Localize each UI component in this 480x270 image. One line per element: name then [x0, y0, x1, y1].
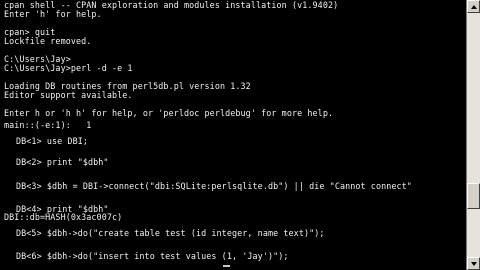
vertical-scrollbar[interactable] [466, 0, 480, 270]
debugger-command-line: DB<3> $dbh = DBI->connect("dbi:SQLite:pe… [16, 181, 412, 191]
console-line: Lockfile removed. [4, 36, 92, 46]
console-output[interactable]: cpan shell -- CPAN exploration and modul… [0, 0, 466, 270]
console-line: Enter h or 'h h' for help, or 'perldoc p… [4, 108, 334, 118]
console-output-line: DBI::db=HASH(0x3ac007c) [4, 212, 123, 222]
console-line: Enter 'h' for help. [4, 9, 102, 19]
scroll-up-button[interactable] [467, 0, 480, 13]
console-line: main::(-e:1): 1 [4, 120, 92, 130]
command-prompt-window: cpan shell -- CPAN exploration and modul… [0, 0, 480, 270]
scroll-down-button[interactable] [467, 257, 480, 270]
debugger-command-line: DB<2> print "$dbh" [16, 157, 109, 167]
debugger-command-line: DB<1> use DBI; [16, 136, 88, 146]
console-line: Editor support available. [4, 90, 133, 100]
scroll-thumb[interactable] [467, 183, 480, 209]
arrow-up-icon [471, 5, 477, 9]
scroll-track[interactable] [467, 13, 480, 257]
console-line: C:\Users\Jay>perl -d -e 1 [4, 63, 133, 73]
arrow-down-icon [471, 262, 477, 266]
debugger-command-line: DB<6> $dbh->do("insert into test values … [16, 251, 289, 261]
debugger-command-line: DB<5> $dbh->do("create table test (id in… [16, 228, 325, 238]
text-cursor [223, 265, 230, 267]
